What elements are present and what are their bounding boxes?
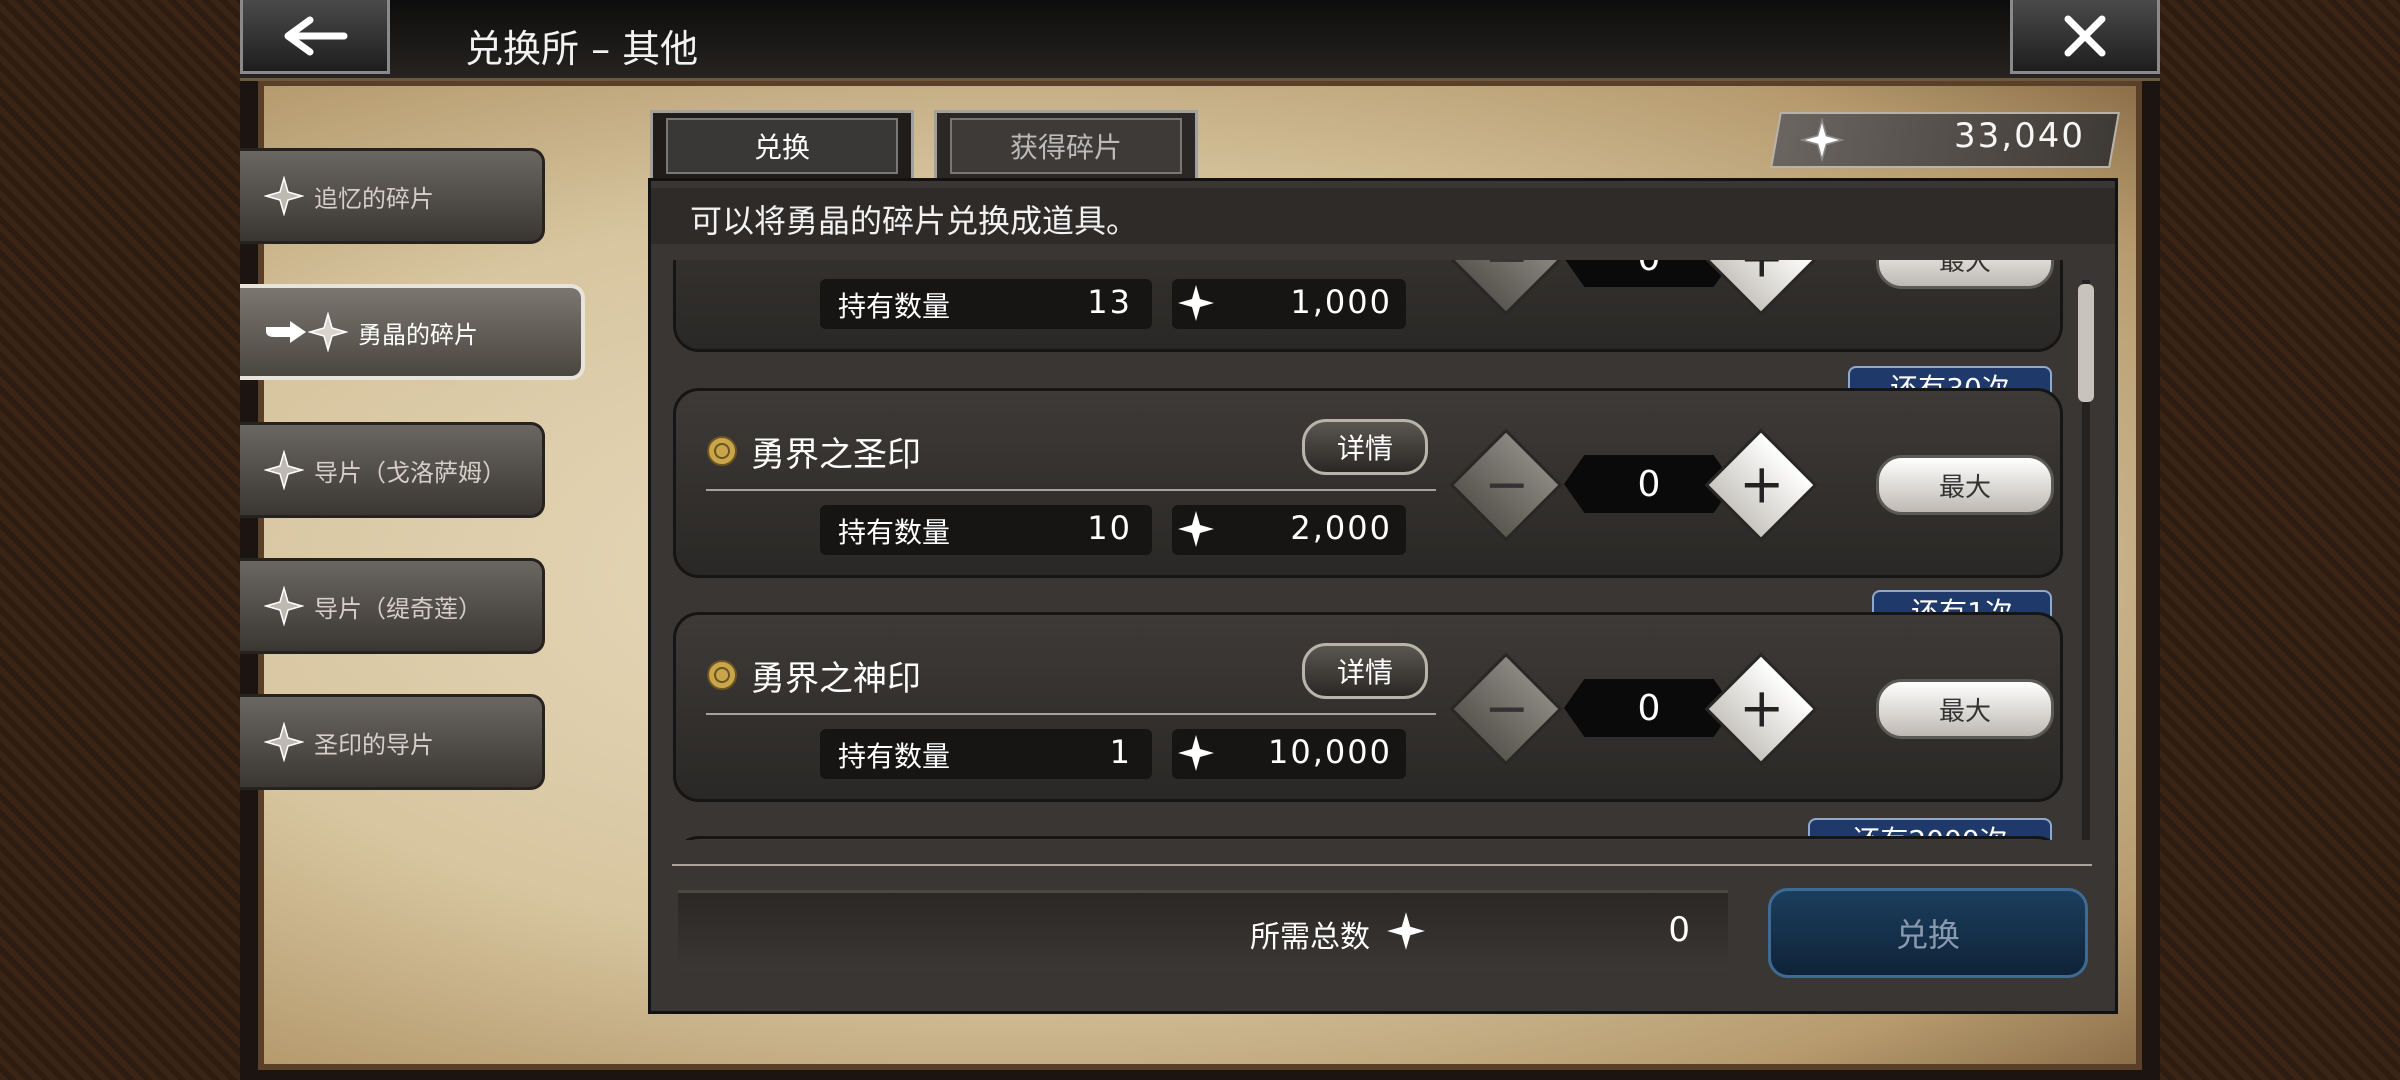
sidebar-item-label: 导片（缇奇莲）	[314, 594, 482, 623]
detail-button[interactable]: 详情	[1302, 419, 1428, 475]
sidebar-item-guide-golossam[interactable]: 导片（戈洛萨姆）	[240, 422, 545, 518]
shard-diamond-icon	[264, 586, 304, 626]
list-item: 持有数量 13 1,000 − 0 + 最大	[673, 260, 2063, 352]
hold-value: 10	[1087, 509, 1132, 547]
divider	[672, 864, 2092, 866]
item-name: 勇界之神印	[751, 659, 921, 699]
shard-diamond-icon	[1178, 285, 1214, 321]
page-title: 兑换所 – 其他	[465, 27, 699, 71]
cost-value: 10,000	[1268, 733, 1392, 771]
close-icon	[2064, 15, 2106, 56]
total-label: 所需总数	[1250, 920, 1370, 955]
scrollbar-thumb[interactable]	[2078, 284, 2094, 402]
decrease-button[interactable]: −	[1449, 260, 1563, 316]
sidebar-item-guide-tiqilian[interactable]: 导片（缇奇莲）	[240, 558, 545, 654]
decrease-button[interactable]: −	[1449, 652, 1563, 766]
minus-icon: −	[1484, 676, 1530, 740]
tab-label: 获得碎片	[950, 118, 1182, 174]
hold-value: 13	[1087, 283, 1132, 321]
decrease-button[interactable]: −	[1449, 428, 1563, 542]
shard-diamond-icon	[308, 312, 348, 352]
sidebar-item-label: 勇晶的碎片	[358, 320, 478, 349]
cost-value: 1,000	[1290, 283, 1392, 321]
shard-diamond-icon	[264, 722, 304, 762]
shard-diamond-icon	[264, 450, 304, 490]
exchange-button[interactable]: 兑换	[1768, 888, 2088, 978]
left-decor	[0, 0, 240, 1080]
sidebar-item-label: 圣印的导片	[314, 730, 434, 759]
tab-obtain-shards[interactable]: 获得碎片	[934, 110, 1198, 182]
minus-icon: −	[1484, 452, 1530, 516]
increase-button[interactable]: +	[1704, 260, 1818, 316]
sidebar-item-memory-shard[interactable]: 追忆的碎片	[240, 148, 545, 244]
total-bar	[678, 890, 1728, 970]
plus-icon: +	[1739, 676, 1785, 740]
back-button[interactable]	[240, 0, 390, 74]
max-button[interactable]: 最大	[1876, 260, 2054, 289]
tab-label: 兑换	[666, 118, 898, 174]
cost-value: 2,000	[1290, 509, 1392, 547]
list-item: 勇界之神印 详情 持有数量 1 10,000 − 0 + 最大	[673, 612, 2063, 802]
right-decor	[2160, 0, 2400, 1080]
seal-coin-icon	[707, 660, 737, 690]
plus-icon: +	[1739, 452, 1785, 516]
sidebar-item-label: 导片（戈洛萨姆）	[314, 458, 506, 487]
panel-description: 可以将勇晶的碎片兑换成道具。	[690, 202, 1139, 240]
hold-label: 持有数量	[838, 290, 951, 323]
shard-diamond-icon	[1178, 511, 1214, 547]
hold-label: 持有数量	[838, 516, 951, 549]
sidebar-item-label: 追忆的碎片	[314, 184, 434, 213]
plus-icon: +	[1725, 260, 1799, 294]
total-value: 0	[1668, 910, 1690, 950]
divider	[706, 489, 1436, 491]
hold-label: 持有数量	[838, 740, 951, 773]
divider	[706, 713, 1436, 715]
max-button[interactable]: 最大	[1876, 679, 2054, 739]
item-list[interactable]: 持有数量 13 1,000 − 0 + 最大 还有30次 勇界之圣印 详情 持有…	[668, 260, 2068, 840]
max-button[interactable]: 最大	[1876, 455, 2054, 515]
back-arrow-icon	[284, 16, 348, 55]
sidebar-item-brave-shard[interactable]: 勇晶的碎片	[240, 284, 585, 380]
seal-coin-icon	[707, 436, 737, 466]
increase-button[interactable]: +	[1704, 428, 1818, 542]
shard-diamond-icon	[1387, 912, 1425, 950]
tab-exchange[interactable]: 兑换	[650, 110, 914, 182]
pointing-hand-icon	[266, 321, 306, 343]
item-name: 勇界之圣印	[751, 435, 921, 475]
list-item	[673, 836, 2063, 840]
shard-diamond-icon	[1178, 735, 1214, 771]
sidebar-item-seal-guide[interactable]: 圣印的导片	[240, 694, 545, 790]
currency-value: 33,040	[1954, 116, 2085, 156]
shard-diamond-icon	[1800, 118, 1844, 162]
close-button[interactable]	[2010, 0, 2160, 74]
list-item: 勇界之圣印 详情 持有数量 10 2,000 − 0 + 最大	[673, 388, 2063, 578]
increase-button[interactable]: +	[1704, 652, 1818, 766]
hold-value: 1	[1109, 733, 1132, 771]
minus-icon: −	[1470, 260, 1544, 294]
detail-button[interactable]: 详情	[1302, 643, 1428, 699]
shard-diamond-icon	[264, 176, 304, 216]
